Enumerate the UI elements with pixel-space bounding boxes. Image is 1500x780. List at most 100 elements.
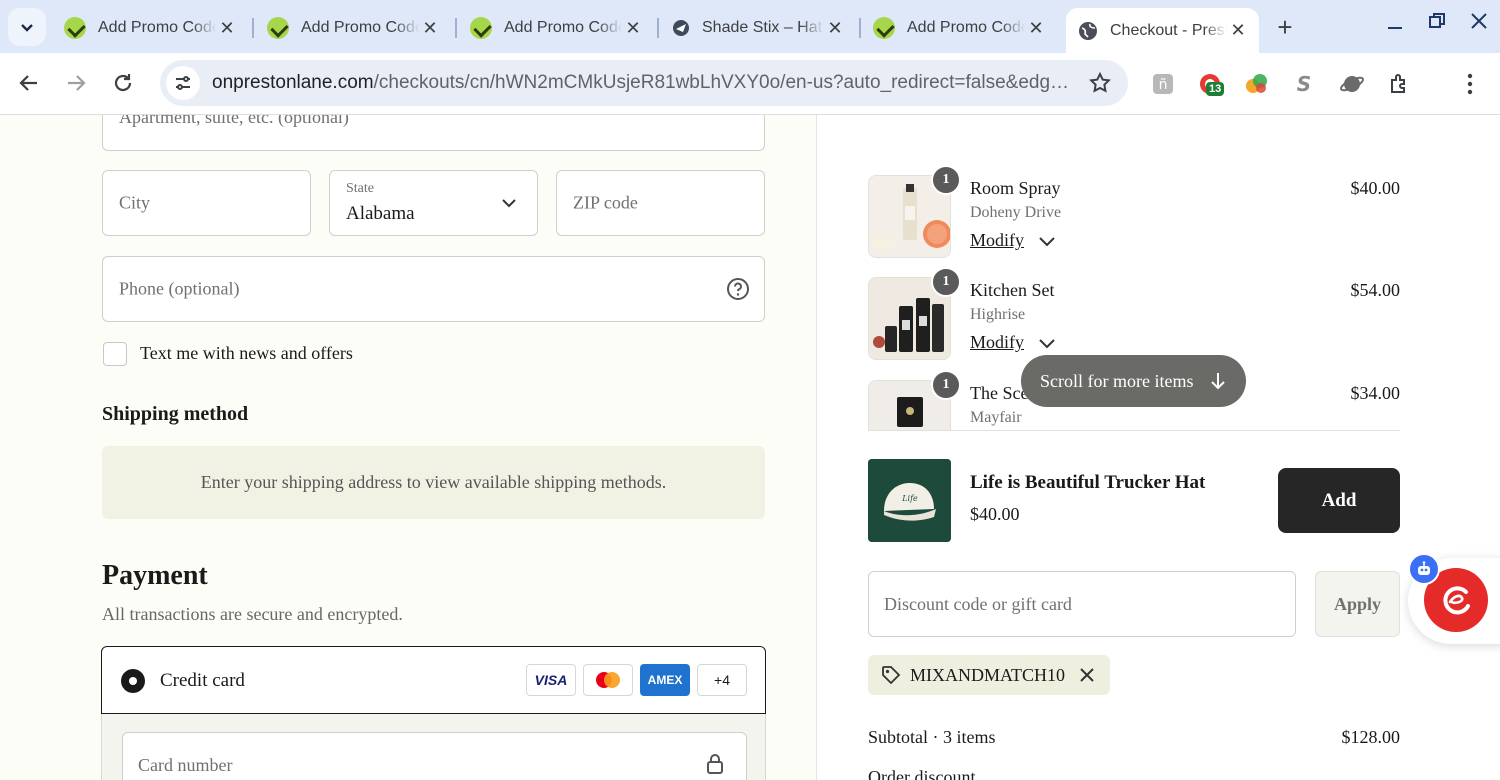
address-bar[interactable]: onprestonlane.com/checkouts/cn/hWN2mCMkU… bbox=[160, 60, 1128, 106]
browser-toolbar: onprestonlane.com/checkouts/cn/hWN2mCMkU… bbox=[0, 53, 1500, 115]
more-cards-badge: +4 bbox=[697, 664, 747, 696]
item-name: Room Spray bbox=[970, 178, 1061, 198]
tab-search-button[interactable] bbox=[8, 8, 46, 46]
svg-text:ñ: ñ bbox=[1159, 77, 1168, 93]
item-variant: Highrise bbox=[970, 306, 1026, 323]
green-check-icon bbox=[64, 17, 86, 39]
sms-opt-in-checkbox[interactable] bbox=[103, 342, 127, 366]
extension-red-icon[interactable]: 13 bbox=[1196, 70, 1225, 98]
item-variant: Mayfair bbox=[970, 409, 1022, 426]
discount-code-input[interactable]: Discount code or gift card bbox=[868, 571, 1296, 637]
tab-shade-stix[interactable]: Shade Stix – Hat ✕ bbox=[660, 8, 856, 48]
close-icon[interactable]: ✕ bbox=[216, 17, 238, 39]
item-price: $34.00 bbox=[1350, 383, 1401, 403]
apply-discount-button[interactable]: Apply bbox=[1315, 571, 1400, 637]
chevron-down-icon[interactable] bbox=[1038, 235, 1056, 247]
cart-item: 1 Kitchen Set Highrise Modify $54.00 bbox=[868, 267, 1401, 360]
extension-colorful-icon[interactable] bbox=[1243, 70, 1271, 98]
shipping-method-heading: Shipping method bbox=[102, 403, 249, 425]
shipping-method-notice: Enter your shipping address to view avai… bbox=[102, 446, 765, 519]
tab-add-promo-3[interactable]: Add Promo Code ✕ bbox=[458, 8, 654, 48]
green-check-icon bbox=[267, 17, 289, 39]
extension-s-icon[interactable]: S bbox=[1290, 70, 1318, 98]
tab-add-promo-2[interactable]: Add Promo Code ✕ bbox=[255, 8, 451, 48]
applied-discount-chip: MIXANDMATCH10 bbox=[868, 655, 1110, 695]
reload-icon bbox=[114, 74, 132, 92]
upsell-product-price: $40.00 bbox=[970, 504, 1020, 524]
bookmark-star-icon[interactable] bbox=[1088, 71, 1112, 95]
minimize-icon[interactable] bbox=[1386, 14, 1404, 38]
quantity-badge: 1 bbox=[931, 370, 961, 400]
tag-icon bbox=[882, 666, 901, 685]
extension-planet-icon[interactable] bbox=[1338, 70, 1366, 98]
forward-button[interactable] bbox=[61, 68, 91, 98]
quantity-badge: 1 bbox=[931, 165, 961, 195]
item-name: The Sce bbox=[970, 383, 1029, 403]
close-icon[interactable]: ✕ bbox=[622, 17, 644, 39]
shade-icon bbox=[673, 20, 689, 36]
tab-checkout[interactable]: Checkout - Preston Lane ✕ bbox=[1066, 8, 1259, 53]
green-check-icon bbox=[873, 17, 895, 39]
tab-separator bbox=[252, 18, 254, 38]
remove-discount-icon[interactable] bbox=[1079, 667, 1095, 683]
chevron-down-icon bbox=[21, 24, 33, 32]
add-upsell-button[interactable]: Add bbox=[1278, 468, 1400, 533]
close-icon[interactable]: ✕ bbox=[1227, 20, 1249, 42]
tab-separator bbox=[657, 18, 659, 38]
quantity-badge: 1 bbox=[931, 267, 961, 297]
site-info-button[interactable] bbox=[166, 66, 200, 100]
cart-item: 1 Room Spray Doheny Drive Modify $40.00 bbox=[868, 165, 1401, 258]
sms-opt-in-label: Text me with news and offers bbox=[140, 343, 353, 363]
chevron-down-icon[interactable] bbox=[1038, 337, 1056, 349]
close-icon[interactable]: ✕ bbox=[824, 17, 846, 39]
tune-icon bbox=[176, 76, 190, 90]
order-discount-label: Order discount bbox=[868, 767, 976, 780]
tab-strip: Add Promo Code ✕ Add Promo Code ✕ Add Pr… bbox=[0, 0, 1500, 53]
card-number-field[interactable]: Card number bbox=[122, 732, 747, 780]
apartment-field[interactable]: Apartment, suite, etc. (optional) bbox=[102, 115, 765, 151]
credit-card-radio[interactable] bbox=[121, 669, 145, 693]
c-logo-icon bbox=[1443, 586, 1470, 615]
tab-add-promo-1[interactable]: Add Promo Code ✕ bbox=[52, 8, 248, 48]
card-details-panel: Card number bbox=[101, 714, 766, 780]
credit-card-label: Credit card bbox=[160, 670, 245, 691]
close-icon[interactable]: ✕ bbox=[1025, 17, 1047, 39]
assistant-bot-icon[interactable] bbox=[1408, 553, 1440, 585]
reload-button[interactable] bbox=[108, 68, 138, 98]
back-button[interactable] bbox=[14, 68, 44, 98]
zip-field[interactable]: ZIP code bbox=[556, 170, 765, 236]
phone-field[interactable]: Phone (optional) bbox=[102, 256, 765, 322]
item-price: $40.00 bbox=[1350, 178, 1401, 198]
svg-text:S: S bbox=[1297, 72, 1311, 96]
restore-icon[interactable] bbox=[1428, 12, 1446, 36]
payment-subtext: All transactions are secure and encrypte… bbox=[102, 604, 403, 624]
arrow-down-icon bbox=[1211, 373, 1226, 390]
arrow-right-icon bbox=[68, 75, 86, 91]
item-price: $54.00 bbox=[1350, 280, 1401, 300]
city-field[interactable]: City bbox=[102, 170, 311, 236]
new-tab-button[interactable]: + bbox=[1270, 12, 1300, 42]
order-summary: 1 Room Spray Doheny Drive Modify $40.00 … bbox=[816, 115, 1500, 780]
payment-heading: Payment bbox=[102, 560, 208, 591]
globe-icon bbox=[1079, 21, 1097, 40]
subtotal-value: $128.00 bbox=[1341, 727, 1401, 747]
window-close-icon[interactable] bbox=[1470, 12, 1488, 36]
visa-logo: VISA bbox=[526, 664, 576, 696]
item-variant: Doheny Drive bbox=[970, 204, 1062, 221]
extension-grey-icon[interactable]: ñ bbox=[1149, 70, 1177, 98]
tab-add-promo-4[interactable]: Add Promo Code ✕ bbox=[861, 8, 1057, 48]
modify-link[interactable]: Modify bbox=[970, 230, 1024, 251]
credit-card-option[interactable]: Credit card VISA AMEX +4 bbox=[101, 646, 766, 714]
scroll-for-more-button[interactable]: Scroll for more items bbox=[1021, 355, 1246, 407]
extensions-puzzle-icon[interactable] bbox=[1386, 70, 1414, 98]
close-icon[interactable]: ✕ bbox=[419, 17, 441, 39]
browser-menu-icon[interactable] bbox=[1456, 70, 1484, 98]
help-circle-icon[interactable] bbox=[726, 277, 750, 301]
state-select[interactable]: State Alabama bbox=[329, 170, 538, 236]
mastercard-logo bbox=[583, 664, 633, 696]
url-text[interactable]: onprestonlane.com/checkouts/cn/hWN2mCMkU… bbox=[212, 72, 1072, 94]
svg-text:Life: Life bbox=[901, 494, 918, 503]
modify-link[interactable]: Modify bbox=[970, 332, 1024, 353]
green-check-icon bbox=[470, 17, 492, 39]
divider bbox=[868, 430, 1400, 431]
